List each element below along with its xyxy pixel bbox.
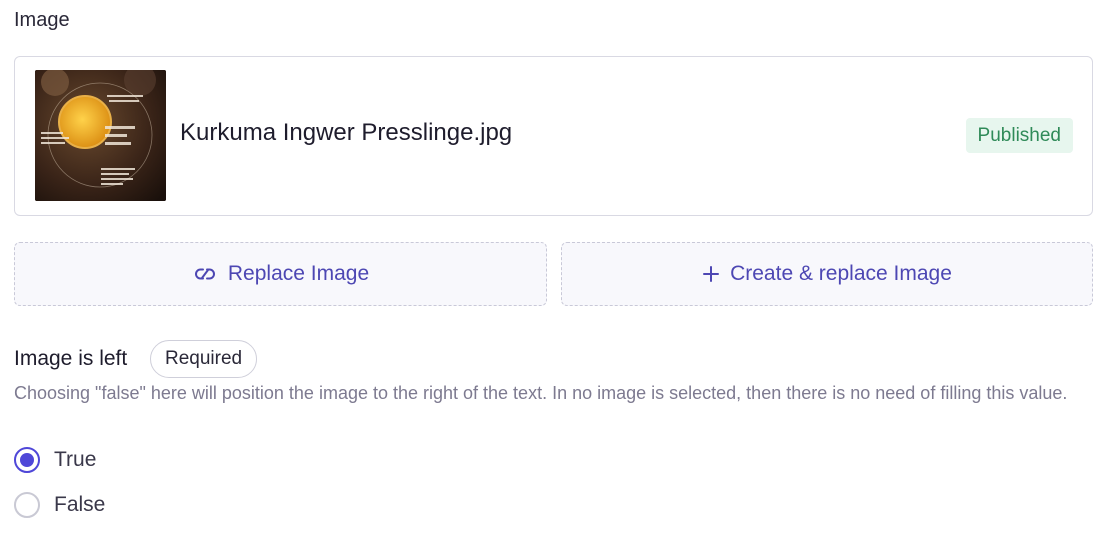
radio-true-label: True — [54, 448, 97, 471]
replace-image-button[interactable]: Replace Image — [14, 242, 547, 306]
image-thumbnail[interactable] — [35, 70, 166, 201]
create-replace-image-label: Create & replace Image — [730, 262, 952, 285]
file-name[interactable]: Kurkuma Ingwer Presslinge.jpg — [180, 119, 512, 147]
field-help-text: Choosing "false" here will position the … — [14, 383, 1068, 403]
plus-icon — [702, 265, 720, 283]
required-badge: Required — [150, 340, 258, 378]
replace-image-label: Replace Image — [227, 262, 370, 285]
field-label: Image is left — [14, 347, 128, 370]
status-badge: Published — [965, 118, 1073, 153]
radio-true[interactable] — [14, 447, 40, 473]
radio-false-label: False — [54, 493, 106, 516]
radio-option-true[interactable]: True — [14, 447, 96, 473]
radio-false[interactable] — [14, 492, 40, 518]
image-card[interactable]: Kurkuma Ingwer Presslinge.jpg Published — [14, 56, 1093, 216]
thumbnail-graphic — [35, 70, 166, 201]
section-label: Image — [14, 9, 70, 31]
link-icon — [192, 264, 218, 284]
create-replace-image-button[interactable]: Create & replace Image — [561, 242, 1093, 306]
radio-option-false[interactable]: False — [14, 492, 105, 518]
